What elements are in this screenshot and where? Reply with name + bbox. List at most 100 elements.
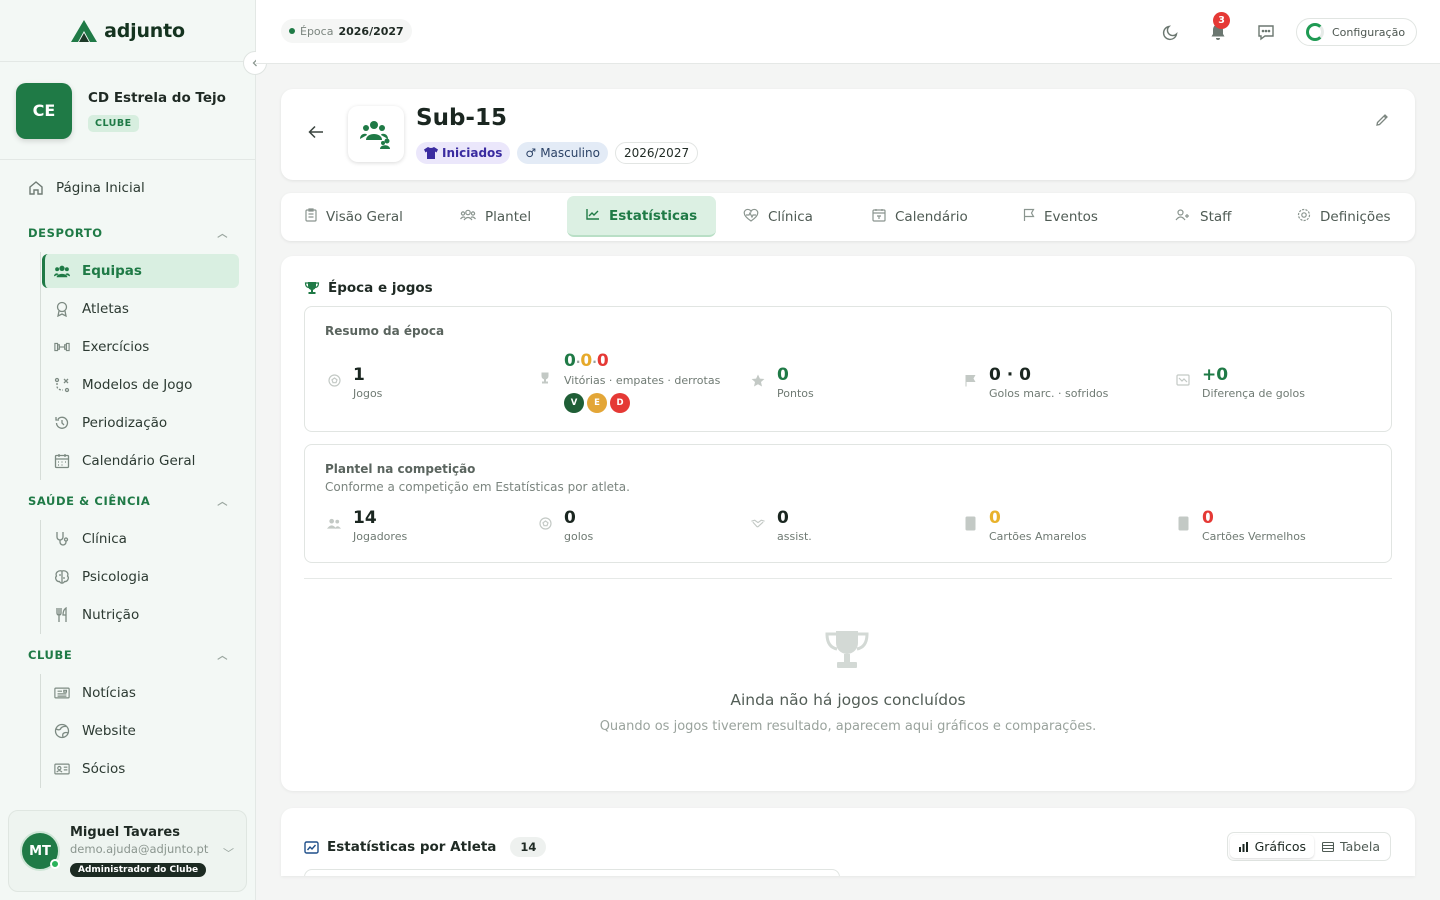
trophy-icon (538, 371, 552, 385)
points-value: 0 (777, 365, 789, 385)
yellow-cards-value: 0 (989, 508, 1001, 528)
sidebar-item-calendario-geral[interactable]: Calendário Geral (42, 444, 239, 478)
nav-section-saude-ciencia[interactable]: SAÚDE & CIÊNCIA ︿ (28, 493, 228, 509)
team-tags: Iniciados ♂ Masculino 2026/2027 (416, 142, 699, 164)
assists-label: assist. (777, 530, 812, 543)
nav-group-line (40, 252, 41, 480)
games-value: 1 (353, 365, 365, 385)
brain-icon (54, 569, 70, 585)
team-tabs: Visão Geral Plantel Estatísticas Clínica… (281, 193, 1415, 241)
chevron-down-icon: ﹀ (223, 847, 234, 860)
sidebar-item-label: Periodização (82, 415, 168, 431)
team-icon (360, 121, 390, 149)
sidebar-item-label: Equipas (82, 263, 142, 279)
sidebar-item-modelos-de-jogo[interactable]: Modelos de Jogo (42, 368, 239, 402)
table-icon (1322, 841, 1335, 852)
handshake-icon (751, 516, 765, 530)
sidebar-item-label: Exercícios (82, 339, 150, 355)
team-logo (348, 106, 404, 162)
card-icon (963, 516, 977, 530)
club-avatar: CE (16, 82, 72, 139)
tab-visao-geral[interactable]: Visão Geral (305, 196, 403, 237)
shirt-icon (424, 147, 438, 159)
topbar: Época 2026/2027 3 Configuração (256, 0, 1440, 64)
sidebar-item-label: Atletas (82, 301, 129, 317)
goal-diff-label: Diferença de golos (1202, 387, 1305, 400)
configuration-button[interactable]: Configuração (1296, 18, 1418, 46)
sidebar-item-clinica[interactable]: Clínica (42, 522, 239, 556)
record-stat: 0·0·0 Vitórias · empates · derrotas V E … (538, 351, 720, 413)
draws-value: 0 (580, 351, 593, 371)
nav-section-clube[interactable]: CLUBE ︿ (28, 647, 228, 663)
season-indicator[interactable]: Época 2026/2027 (281, 19, 412, 43)
tab-staff[interactable]: Staff (1175, 196, 1231, 237)
back-arrow-icon[interactable] (308, 124, 324, 144)
home-icon (28, 180, 44, 196)
tab-label: Plantel (485, 208, 532, 225)
user-plus-icon (1175, 209, 1191, 224)
tab-clinica[interactable]: Clínica (743, 196, 813, 237)
tab-plantel[interactable]: Plantel (460, 196, 531, 237)
charts-view-button[interactable]: Gráficos (1229, 835, 1315, 858)
app-logo[interactable]: adjunto (0, 0, 255, 62)
tab-label: Eventos (1044, 208, 1098, 225)
user-card[interactable]: MT Miguel Tavares demo.ajuda@adjunto.pt … (8, 810, 247, 892)
view-toggle: Gráficos Tabela (1226, 832, 1391, 861)
male-icon: ♂ (525, 146, 537, 160)
goals-values: 0 · 0 (989, 365, 1031, 385)
yellow-cards-stat: 0 Cartões Amarelos (963, 508, 1087, 543)
goal-diff-stat: +0 Diferença de golos (1176, 365, 1305, 400)
tab-eventos[interactable]: Eventos (1023, 196, 1098, 237)
nav-section-title: DESPORTO (28, 225, 103, 240)
gender-tag: ♂ Masculino (517, 142, 608, 164)
squad-goals-stat: 0 golos (538, 508, 593, 543)
configuration-label: Configuração (1332, 25, 1406, 39)
gender-label: Masculino (540, 146, 600, 160)
sidebar-item-nutricao[interactable]: Nutrição (42, 598, 239, 632)
record-values: 0·0·0 (564, 351, 720, 372)
sidebar-item-exercicios[interactable]: Exercícios (42, 330, 239, 364)
sidebar-item-psicologia[interactable]: Psicologia (42, 560, 239, 594)
tab-label: Staff (1200, 208, 1232, 225)
messages-button[interactable] (1254, 20, 1278, 44)
dark-mode-toggle[interactable] (1159, 20, 1183, 44)
nav-home[interactable]: Página Inicial (28, 180, 145, 196)
assists-stat: 0 assist. (751, 508, 812, 543)
sidebar-item-website[interactable]: Website (42, 714, 239, 748)
season-tag-label: 2026/2027 (623, 146, 690, 160)
tab-calendario[interactable]: Calendário (872, 196, 968, 237)
sidebar-item-equipas[interactable]: Equipas (42, 254, 239, 288)
edit-team-button[interactable] (1375, 113, 1389, 131)
form-pills: V E D (564, 393, 720, 413)
club-header[interactable]: CE CD Estrela do Tejo CLUBE (0, 62, 255, 160)
goal-diff-value: +0 (1202, 365, 1229, 385)
line-chart-icon (586, 208, 600, 223)
sidebar-item-noticias[interactable]: Notícias (42, 676, 239, 710)
goals-scored: 0 (989, 365, 1001, 385)
nav-group-line (40, 674, 41, 788)
season-value: 2026/2027 (338, 24, 404, 38)
tab-estatisticas[interactable]: Estatísticas (567, 196, 717, 237)
nav-section-desporto[interactable]: DESPORTO ︿ (28, 225, 228, 241)
nav-group-line (40, 520, 41, 634)
table-view-label: Tabela (1340, 839, 1380, 854)
players-value: 14 (353, 508, 377, 528)
sidebar-item-socios[interactable]: Sócios (42, 752, 239, 786)
page-title: Sub-15 (416, 105, 507, 131)
sidebar: adjunto CE CD Estrela do Tejo CLUBE Pági… (0, 0, 256, 900)
history-icon (54, 415, 70, 431)
tab-definicoes[interactable]: Definições (1297, 196, 1391, 237)
nav-home-label: Página Inicial (56, 180, 145, 196)
table-view-button[interactable]: Tabela (1314, 835, 1388, 858)
pencil-icon (1376, 114, 1388, 126)
sidebar-item-periodizacao[interactable]: Periodização (42, 406, 239, 440)
sidebar-item-atletas[interactable]: Atletas (42, 292, 239, 326)
sidebar-item-label: Calendário Geral (82, 453, 196, 469)
athlete-filter-box[interactable] (304, 869, 840, 876)
sidebar-item-label: Nutrição (82, 607, 140, 623)
user-initials: MT (29, 843, 51, 859)
notification-count-badge: 3 (1213, 12, 1230, 29)
team-header: Sub-15 Iniciados ♂ Masculino 2026/2027 (281, 89, 1415, 180)
chevron-up-icon: ︿ (217, 651, 228, 662)
bar-chart-icon (1238, 841, 1248, 852)
